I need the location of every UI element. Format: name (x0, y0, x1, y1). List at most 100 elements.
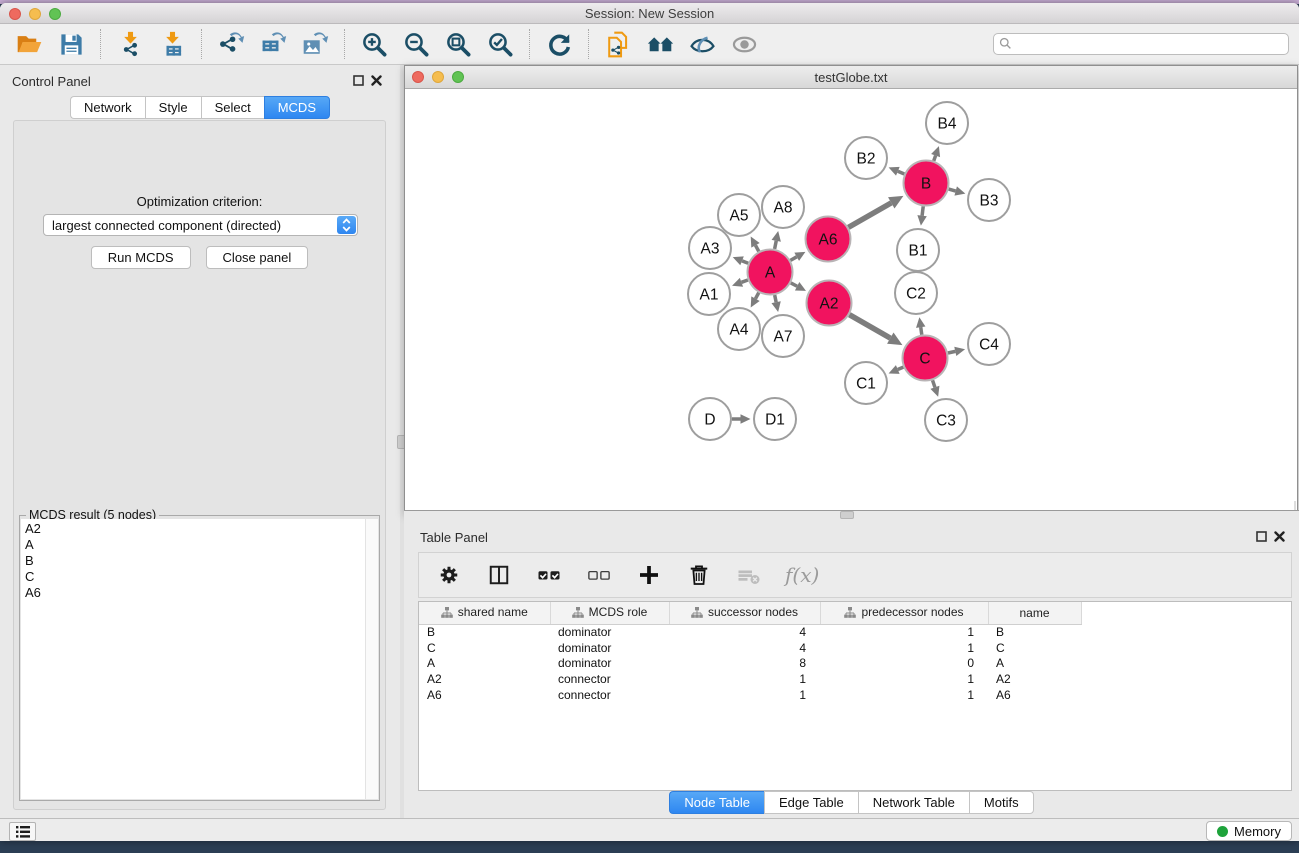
zoom-fit-icon[interactable] (442, 29, 474, 59)
result-scrollbar[interactable] (365, 519, 378, 799)
refresh-view-icon[interactable] (543, 29, 575, 59)
edge-A-A5[interactable] (755, 245, 758, 251)
search-input[interactable] (993, 33, 1289, 55)
import-network-icon[interactable] (114, 29, 146, 59)
network-canvas[interactable]: B4B2BB3A5A8A6A3B1AA1C2A2A4A7C4CC1C3DD1 (405, 89, 1297, 513)
zoom-out-icon[interactable] (400, 29, 432, 59)
cell-predecessor-nodes[interactable]: 1 (820, 687, 988, 703)
net-close-icon[interactable] (412, 71, 424, 83)
save-session-icon[interactable] (55, 29, 87, 59)
cell-predecessor-nodes[interactable]: 1 (820, 671, 988, 687)
cell-MCDS-role[interactable]: dominator (550, 624, 669, 640)
tab-mcds[interactable]: MCDS (264, 96, 330, 119)
bird-eye-view-icon[interactable] (728, 29, 760, 59)
run-mcds-button[interactable]: Run MCDS (91, 246, 191, 269)
column-header-shared-name[interactable]: shared name (419, 602, 550, 624)
edge-A-A6[interactable] (790, 257, 796, 261)
edge-A-A8[interactable] (775, 241, 777, 249)
float-panel-icon[interactable] (353, 75, 364, 86)
float-table-panel-icon[interactable] (1256, 531, 1267, 542)
cell-predecessor-nodes[interactable]: 1 (820, 640, 988, 656)
cell-shared-name[interactable]: A (419, 656, 550, 672)
mcds-result-item[interactable]: C (25, 569, 362, 585)
table-row[interactable]: A2connector11A2 (419, 671, 1291, 687)
node-table[interactable]: shared nameMCDS rolesuccessor nodesprede… (418, 601, 1292, 791)
cell-name[interactable]: B (988, 624, 1081, 640)
tab-select[interactable]: Select (201, 96, 264, 119)
cell-MCDS-role[interactable]: connector (550, 671, 669, 687)
network-window-titlebar[interactable]: testGlobe.txt (405, 66, 1297, 89)
column-header-name[interactable]: name (988, 602, 1081, 624)
show-columns-icon[interactable] (485, 560, 513, 590)
edge-C-C2[interactable] (921, 327, 922, 335)
cell-MCDS-role[interactable]: connector (550, 687, 669, 703)
open-file-icon[interactable] (13, 29, 45, 59)
net-maximize-icon[interactable] (452, 71, 464, 83)
import-table-icon[interactable] (156, 29, 188, 59)
export-table-icon[interactable] (257, 29, 289, 59)
zoom-in-icon[interactable] (358, 29, 390, 59)
tab-node-table[interactable]: Node Table (669, 791, 764, 814)
export-image-icon[interactable] (299, 29, 331, 59)
cell-successor-nodes[interactable]: 4 (669, 640, 820, 656)
column-header-MCDS-role[interactable]: MCDS role (550, 602, 669, 624)
memory-button[interactable]: Memory (1206, 821, 1292, 841)
table-row[interactable]: A6connector11A6 (419, 687, 1291, 703)
edge-C-C3[interactable] (933, 380, 935, 387)
edge-A-A4[interactable] (755, 293, 758, 299)
mcds-result-item[interactable]: A2 (25, 521, 362, 537)
cell-shared-name[interactable]: C (419, 640, 550, 656)
tab-style[interactable]: Style (145, 96, 201, 119)
edge-A-A1[interactable] (741, 280, 747, 282)
close-window-icon[interactable] (9, 8, 21, 20)
delete-column-trash-icon[interactable] (685, 560, 713, 590)
net-minimize-icon[interactable] (432, 71, 444, 83)
cell-name[interactable]: C (988, 640, 1081, 656)
mcds-result-item[interactable]: A6 (25, 585, 362, 601)
zoom-selected-icon[interactable] (484, 29, 516, 59)
cell-successor-nodes[interactable]: 1 (669, 687, 820, 703)
cell-shared-name[interactable]: A6 (419, 687, 550, 703)
maximize-window-icon[interactable] (49, 8, 61, 20)
tab-network[interactable]: Network (70, 96, 145, 119)
cell-predecessor-nodes[interactable]: 1 (820, 624, 988, 640)
minimize-window-icon[interactable] (29, 8, 41, 20)
horizontal-splitter[interactable] (404, 511, 1299, 525)
edge-A-A2[interactable] (791, 283, 797, 286)
tab-network-table[interactable]: Network Table (858, 791, 969, 814)
task-history-button[interactable] (9, 822, 36, 841)
select-all-icon[interactable] (535, 560, 563, 590)
duplicate-network-icon[interactable] (602, 29, 634, 59)
edge-A-A3[interactable] (742, 261, 748, 263)
cell-name[interactable]: A6 (988, 687, 1081, 703)
edge-B-B3[interactable] (949, 189, 956, 191)
close-panel-button[interactable]: Close panel (206, 246, 309, 269)
table-row[interactable]: Bdominator41B (419, 624, 1291, 640)
cell-name[interactable]: A2 (988, 671, 1081, 687)
cell-MCDS-role[interactable]: dominator (550, 656, 669, 672)
table-row[interactable]: Cdominator41C (419, 640, 1291, 656)
close-panel-icon[interactable] (371, 75, 382, 86)
column-header-successor-nodes[interactable]: successor nodes (669, 602, 820, 624)
graphics-details-icon[interactable] (686, 29, 718, 59)
deselect-all-icon[interactable] (585, 560, 613, 590)
close-table-panel-icon[interactable] (1274, 531, 1285, 542)
criterion-select[interactable]: largest connected component (directed) (43, 214, 358, 236)
tab-motifs[interactable]: Motifs (969, 791, 1034, 814)
table-row[interactable]: Adominator80A (419, 656, 1291, 672)
table-settings-gear-icon[interactable] (435, 560, 463, 590)
cell-MCDS-role[interactable]: dominator (550, 640, 669, 656)
tab-edge-table[interactable]: Edge Table (764, 791, 858, 814)
cell-name[interactable]: A (988, 656, 1081, 672)
column-header-predecessor-nodes[interactable]: predecessor nodes (820, 602, 988, 624)
cell-predecessor-nodes[interactable]: 0 (820, 656, 988, 672)
edge-B-B4[interactable] (934, 156, 936, 161)
edge-A-A7[interactable] (775, 295, 776, 302)
first-neighbors-icon[interactable] (644, 29, 676, 59)
cell-successor-nodes[interactable]: 8 (669, 656, 820, 672)
add-column-plus-icon[interactable] (635, 560, 663, 590)
delete-table-icon[interactable] (735, 560, 763, 590)
cell-shared-name[interactable]: B (419, 624, 550, 640)
edge-A6-B[interactable] (848, 203, 891, 227)
mcds-result-list[interactable]: A2ABCA6 (21, 519, 366, 799)
